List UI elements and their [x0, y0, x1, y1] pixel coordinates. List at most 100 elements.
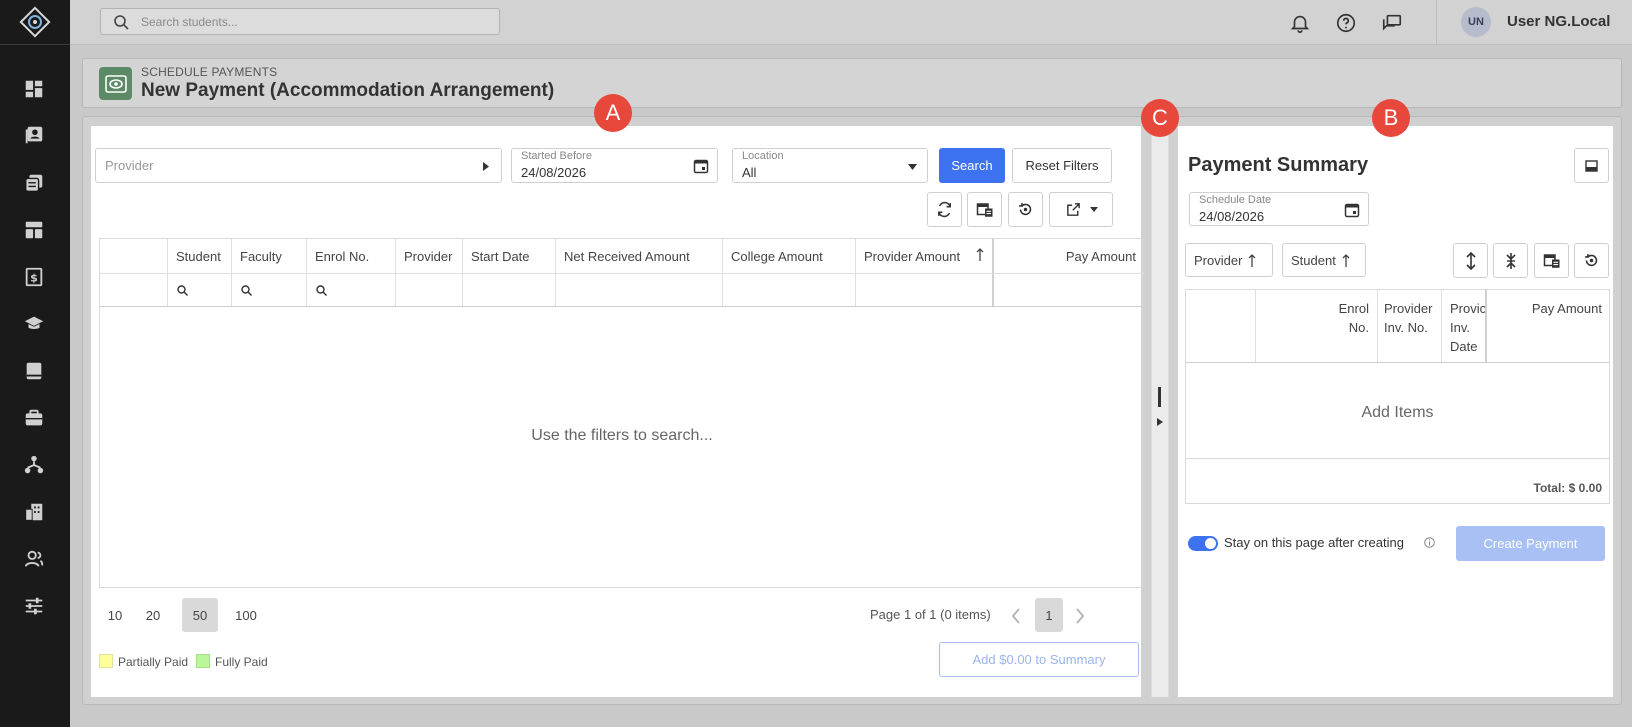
column-header-enrol-no[interactable]: Enrol No. — [307, 239, 396, 273]
book-icon[interactable] — [22, 359, 46, 383]
next-page-icon[interactable] — [1075, 608, 1085, 624]
search-panel: Provider Started Before 24/08/2026 Locat… — [91, 126, 1144, 697]
filter-cell-student[interactable] — [168, 273, 232, 306]
reset-layout-button[interactable] — [1008, 192, 1043, 227]
prev-page-icon[interactable] — [1011, 608, 1021, 624]
column-header-student[interactable]: Student — [168, 239, 232, 273]
column-chooser-button[interactable] — [967, 192, 1002, 227]
app-logo[interactable] — [0, 0, 70, 45]
avatar[interactable]: UN — [1461, 7, 1491, 37]
add-to-summary-button[interactable]: Add $0.00 to Summary — [939, 642, 1139, 677]
sort-provider-label: Provider — [1194, 252, 1243, 268]
column-header-faculty[interactable]: Faculty — [232, 239, 307, 273]
messages-icon[interactable] — [1381, 12, 1403, 34]
partially-paid-swatch — [99, 654, 113, 668]
building-icon[interactable] — [22, 500, 46, 524]
calendar-icon[interactable] — [1344, 202, 1360, 218]
page-size-20[interactable]: 20 — [136, 598, 170, 632]
summary-column-provider-inv-no[interactable]: Provider Inv. No. — [1378, 290, 1442, 362]
expand-vertical-icon — [1465, 251, 1476, 270]
layout-icon[interactable] — [22, 218, 46, 242]
summary-total: Total: $ 0.00 — [1533, 481, 1602, 495]
summary-header-divider — [1186, 362, 1609, 363]
location-label: Location — [742, 150, 784, 162]
column-header-start-date[interactable]: Start Date — [463, 239, 556, 273]
marker-c: C — [1141, 99, 1179, 137]
user-separator — [1436, 0, 1437, 45]
column-header-provider-amount[interactable]: Provider Amount — [856, 239, 994, 273]
students-icon[interactable] — [22, 123, 46, 147]
schedule-date-value: 24/08/2026 — [1199, 209, 1265, 224]
refresh-button[interactable] — [927, 192, 962, 227]
partially-paid-label: Partially Paid — [118, 655, 189, 669]
started-before-field[interactable]: Started Before 24/08/2026 — [511, 148, 718, 183]
summary-select-header[interactable] — [1186, 290, 1256, 362]
sort-provider-button[interactable]: Provider — [1185, 243, 1273, 277]
select-column-header[interactable] — [100, 239, 168, 273]
reset-filters-button[interactable]: Reset Filters — [1012, 148, 1112, 183]
sort-student-button[interactable]: Student — [1282, 243, 1366, 277]
page-size-10[interactable]: 10 — [99, 598, 131, 632]
svg-text:$: $ — [30, 272, 38, 285]
summary-column-pay-amount[interactable]: Pay Amount — [1487, 290, 1609, 362]
export-icon — [1066, 203, 1080, 216]
search-button[interactable]: Search — [939, 148, 1005, 183]
summary-title: Payment Summary — [1188, 154, 1369, 176]
page-size-100[interactable]: 100 — [225, 598, 267, 632]
chevron-down-icon — [908, 164, 917, 170]
info-icon[interactable] — [1424, 537, 1435, 548]
payments-icon[interactable]: $ — [22, 265, 46, 289]
sidebar-nav: $ — [0, 0, 70, 727]
payment-eye-icon — [99, 67, 132, 100]
sort-ascending-icon — [1342, 253, 1350, 267]
summary-reset-layout-button[interactable] — [1574, 243, 1609, 278]
dock-panel-button[interactable] — [1574, 148, 1609, 183]
users-icon[interactable] — [22, 547, 46, 571]
collapse-vertical-icon — [1505, 252, 1516, 269]
column-header-college-amount[interactable]: College Amount — [723, 239, 856, 273]
filter-search-icon — [316, 285, 327, 296]
current-page-button[interactable]: 1 — [1035, 598, 1063, 632]
export-button[interactable] — [1049, 192, 1113, 227]
summary-column-chooser-button[interactable] — [1534, 243, 1569, 278]
sort-ascending-icon — [976, 248, 984, 261]
settings-sliders-icon[interactable] — [22, 594, 46, 618]
expand-all-button[interactable] — [1453, 243, 1488, 278]
search-input[interactable]: Search students... — [100, 8, 500, 35]
caret-right-icon[interactable] — [1157, 418, 1163, 426]
provider-select[interactable]: Provider — [95, 148, 502, 183]
stay-on-page-toggle[interactable] — [1188, 536, 1218, 551]
summary-column-provider-inv-date[interactable]: Provic Inv. Date — [1442, 290, 1487, 362]
user-name[interactable]: User NG.Local — [1507, 13, 1610, 30]
marker-b: B — [1372, 99, 1410, 137]
graduation-cap-icon[interactable] — [22, 312, 46, 336]
dashboard-icon[interactable] — [22, 77, 46, 101]
location-select[interactable]: Location All — [732, 148, 928, 183]
filter-cell-enrol-no[interactable] — [307, 273, 396, 306]
reset-icon — [1019, 203, 1032, 216]
location-value: All — [742, 165, 757, 180]
briefcase-icon[interactable] — [22, 406, 46, 430]
sort-ascending-icon — [1248, 253, 1256, 267]
page-info: Page 1 of 1 (0 items) — [870, 607, 991, 622]
create-payment-button[interactable]: Create Payment — [1456, 526, 1605, 561]
search-results-grid: Student Faculty Enrol No. Provider Start… — [99, 238, 1144, 588]
column-header-provider[interactable]: Provider — [396, 239, 463, 273]
splitter-grip[interactable] — [1158, 387, 1161, 407]
panel-splitter[interactable] — [1151, 126, 1169, 697]
summary-column-enrol-no[interactable]: Enrol No. — [1256, 290, 1378, 362]
sort-student-label: Student — [1291, 252, 1336, 268]
calendar-icon[interactable] — [693, 158, 709, 174]
documents-icon[interactable] — [22, 171, 46, 195]
filter-cell-faculty[interactable] — [232, 273, 307, 306]
filter-cell-select — [100, 273, 168, 306]
page-size-50-selected[interactable]: 50 — [182, 598, 218, 632]
column-header-net-received-amount[interactable]: Net Received Amount — [556, 239, 723, 273]
network-icon[interactable] — [22, 453, 46, 477]
help-icon[interactable] — [1335, 12, 1357, 34]
top-bar: Search students... UN User NG.Local — [70, 0, 1632, 45]
notifications-bell-icon[interactable] — [1289, 12, 1311, 34]
column-header-pay-amount[interactable]: Pay Amount — [994, 239, 1144, 273]
collapse-all-button[interactable] — [1493, 243, 1528, 278]
schedule-date-field[interactable]: Schedule Date 24/08/2026 — [1189, 192, 1369, 226]
